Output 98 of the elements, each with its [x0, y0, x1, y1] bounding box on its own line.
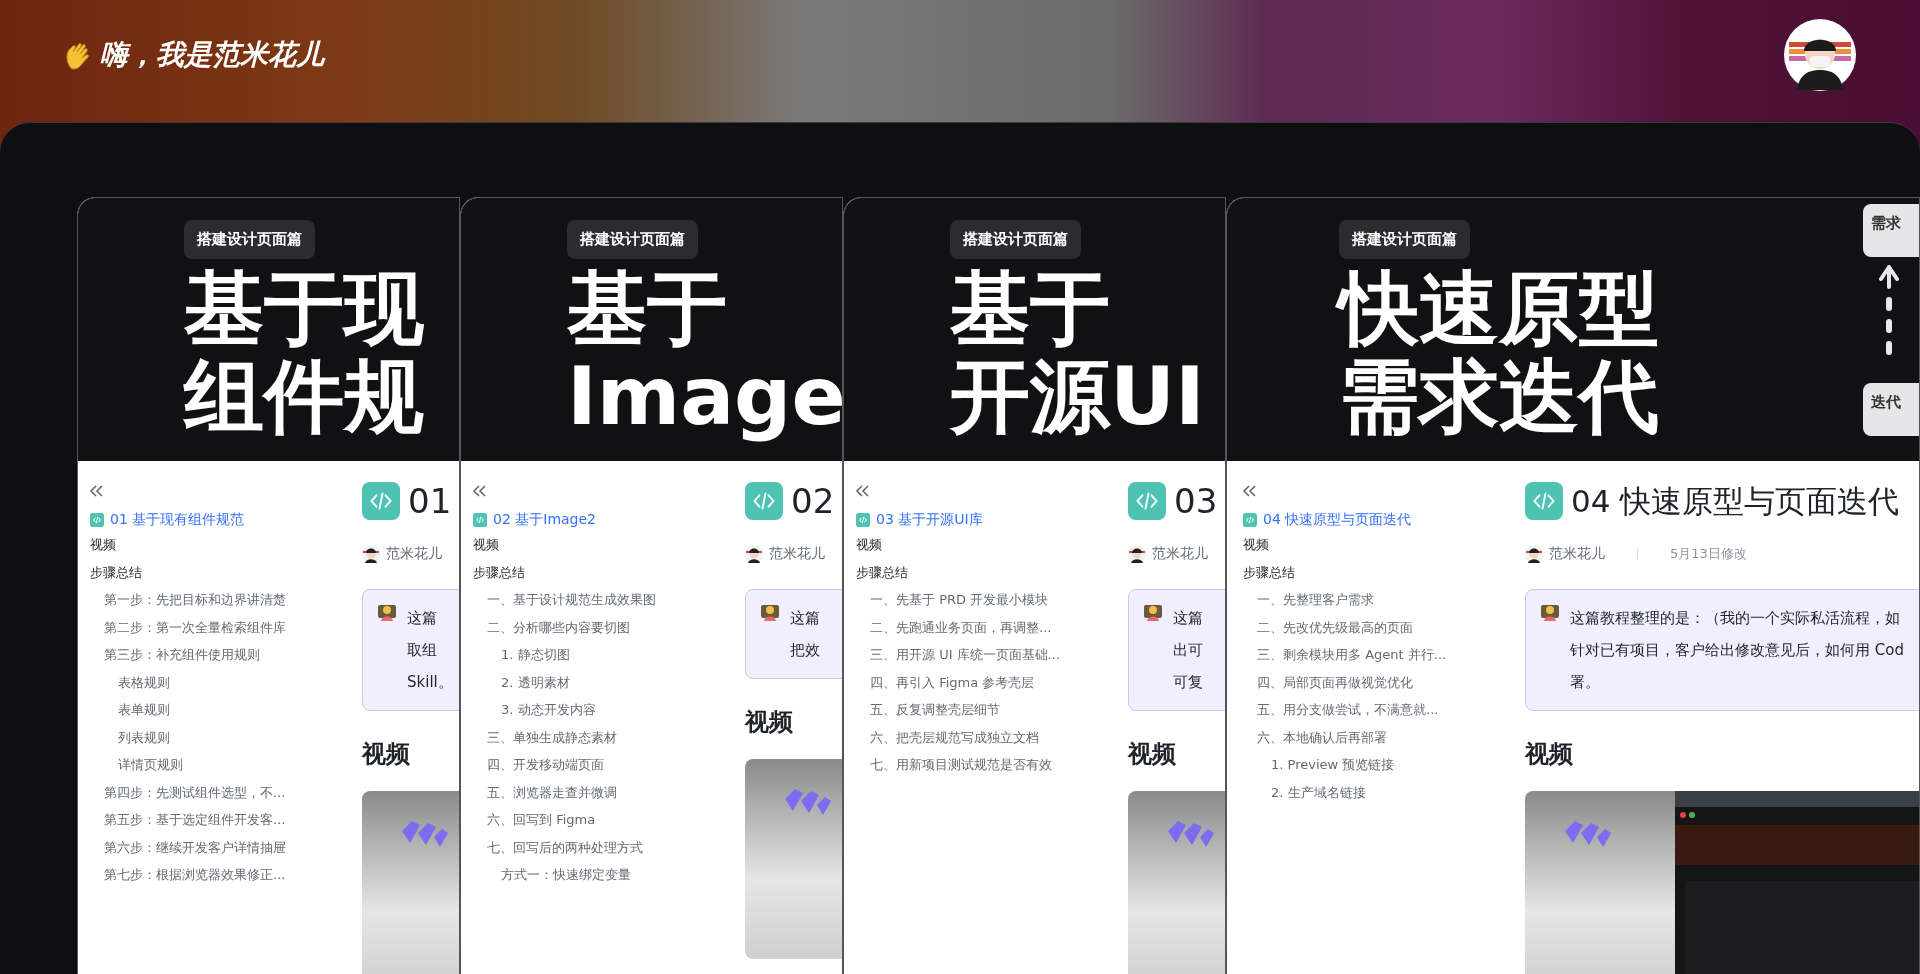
code-icon	[856, 513, 870, 527]
hero-title: 基于 开源UI	[950, 265, 1205, 441]
category-tag: 搭建设计页面篇	[184, 220, 315, 259]
author-name[interactable]: 范米花儿	[769, 545, 825, 563]
outline-item[interactable]: 二、先跑通业务页面，再调整...	[870, 613, 1052, 641]
outline-item[interactable]: 六、本地确认后再部署	[1257, 723, 1387, 751]
section-heading: 视频	[1128, 739, 1177, 770]
note-card: 需求	[1863, 204, 1919, 257]
callout-text: 这篇 出可 可复	[1173, 608, 1203, 693]
outline-item[interactable]: 步骤总结	[90, 558, 142, 586]
outline-item[interactable]: 四、再引入 Figma 参考壳层	[870, 668, 1035, 696]
outline-item[interactable]: 第四步：先测试组件选型，不...	[104, 778, 286, 806]
code-icon	[1128, 482, 1166, 520]
outline-item[interactable]: 表格规则	[118, 668, 170, 696]
avatar-icon	[362, 545, 380, 563]
code-icon	[745, 482, 783, 520]
hero-title: 基于现 组件规	[184, 265, 424, 441]
outline-item[interactable]: 详情页规则	[118, 751, 183, 779]
outline-item[interactable]: 第一步：先把目标和边界讲清楚	[104, 586, 286, 614]
callout-text: 这篇 取组 Skill。	[407, 608, 453, 693]
avatar[interactable]	[1783, 18, 1857, 92]
outline-item[interactable]: 3. 动态开发内容	[501, 696, 596, 724]
outline-item[interactable]: 视频	[90, 531, 116, 559]
outline-item[interactable]: 步骤总结	[856, 558, 908, 586]
outline-item[interactable]: 列表规则	[118, 723, 170, 751]
outline-item[interactable]: 五、用分支做尝试，不满意就...	[1257, 696, 1439, 724]
code-icon	[362, 482, 400, 520]
outline-item[interactable]: 第七步：根据浏览器效果修正...	[104, 861, 286, 889]
avatar-icon	[1525, 545, 1543, 563]
avatar-icon	[1128, 545, 1146, 563]
code-icon	[473, 513, 487, 527]
outline-item[interactable]: 第三步：补充组件使用规则	[104, 641, 260, 669]
document-title: 01	[408, 480, 452, 523]
outline-item[interactable]: 步骤总结	[1243, 558, 1295, 586]
outline-item[interactable]: 五、浏览器走查并微调	[487, 778, 617, 806]
outline-item[interactable]: 2. 透明素材	[501, 668, 570, 696]
outline-item[interactable]: 二、先改优先级最高的页面	[1257, 613, 1413, 641]
outline-item[interactable]: 六、把壳层规范写成独立文档	[870, 723, 1039, 751]
outline-item[interactable]: 方式一：快速绑定变量	[501, 861, 631, 889]
callout-text: 这篇 把效	[790, 608, 820, 661]
person-icon	[1540, 602, 1560, 622]
document-link[interactable]: 02 基于Image2	[493, 511, 597, 529]
outline-item[interactable]: 三、单独生成静态素材	[487, 723, 617, 751]
author-name[interactable]: 范米花儿	[386, 545, 442, 563]
outline-item[interactable]: 四、局部页面再做视觉优化	[1257, 668, 1413, 696]
outline-item[interactable]: 一、基于设计规范生成效果图	[487, 586, 656, 614]
section-heading: 视频	[1525, 739, 1574, 770]
collapse-icon[interactable]	[1241, 483, 1257, 499]
outline-item[interactable]: 三、用开源 UI 库统一页面基础...	[870, 641, 1060, 669]
outline-item[interactable]: 步骤总结	[473, 558, 525, 586]
collapse-icon[interactable]	[471, 483, 487, 499]
outline-item[interactable]: 第五步：基于选定组件开发客...	[104, 806, 286, 834]
author-name[interactable]: 范米花儿	[1152, 545, 1208, 563]
document-title: 04 快速原型与页面迭代	[1571, 482, 1900, 521]
callout-text: 这篇教程整理的是：（我的一个实际私活流程，如 针对已有项目，客户给出修改意见后，如何用 Cod 署。	[1570, 608, 1904, 693]
outline-item[interactable]: 四、开发移动端页面	[487, 751, 604, 779]
outline-item[interactable]: 第六步：继续开发客户详情抽屉	[104, 833, 286, 861]
outline-item[interactable]: 一、先整理客户需求	[1257, 586, 1374, 614]
document-link[interactable]: 01 基于现有组件规范	[110, 511, 245, 529]
outline-item[interactable]: 视频	[856, 531, 882, 559]
modified-date: 5月13日修改	[1670, 545, 1747, 563]
outline-item[interactable]: 六、回写到 Figma	[487, 806, 596, 834]
document-title: 03	[1174, 480, 1218, 523]
outline-item[interactable]: 视频	[1243, 531, 1269, 559]
person-icon	[1143, 602, 1163, 622]
code-icon	[1525, 482, 1563, 520]
section-heading: 视频	[745, 707, 794, 738]
collapse-icon[interactable]	[88, 483, 104, 499]
person-icon	[377, 602, 397, 622]
note-card: 迭代	[1863, 383, 1919, 436]
code-icon	[1243, 513, 1257, 527]
document-title: 02	[791, 480, 835, 523]
outline-item[interactable]: 表单规则	[118, 696, 170, 724]
greeting-text: 嗨，我是范米花儿	[100, 38, 324, 72]
category-tag: 搭建设计页面篇	[567, 220, 698, 259]
outline-item[interactable]: 五、反复调整壳层细节	[870, 696, 1000, 724]
outline-item[interactable]: 1. 静态切图	[501, 641, 570, 669]
hero-title: 基于 Image	[567, 265, 842, 441]
collapse-icon[interactable]	[854, 483, 870, 499]
waving-hand-icon	[64, 40, 92, 70]
author-name[interactable]: 范米花儿	[1549, 545, 1605, 563]
person-icon	[760, 602, 780, 622]
outline-item[interactable]: 第二步：第一次全量检索组件库	[104, 613, 286, 641]
outline-item[interactable]: 视频	[473, 531, 499, 559]
avatar-icon	[745, 545, 763, 563]
outline-item[interactable]: 三、剩余模块用多 Agent 并行...	[1257, 641, 1447, 669]
code-icon	[90, 513, 104, 527]
section-heading: 视频	[362, 739, 411, 770]
document-link[interactable]: 03 基于开源UI库	[876, 511, 983, 529]
outline-item[interactable]: 1. Preview 预览链接	[1271, 751, 1395, 779]
category-tag: 搭建设计页面篇	[1339, 220, 1470, 259]
outline-item[interactable]: 一、先基于 PRD 开发最小模块	[870, 586, 1049, 614]
outline-item[interactable]: 七、用新项目测试规范是否有效	[870, 751, 1052, 779]
document-link[interactable]: 04 快速原型与页面迭代	[1263, 511, 1412, 529]
outline-item[interactable]: 二、分析哪些内容要切图	[487, 613, 630, 641]
category-tag: 搭建设计页面篇	[950, 220, 1081, 259]
outline-item[interactable]: 2. 生产域名链接	[1271, 778, 1366, 806]
outline-item[interactable]: 七、回写后的两种处理方式	[487, 833, 643, 861]
